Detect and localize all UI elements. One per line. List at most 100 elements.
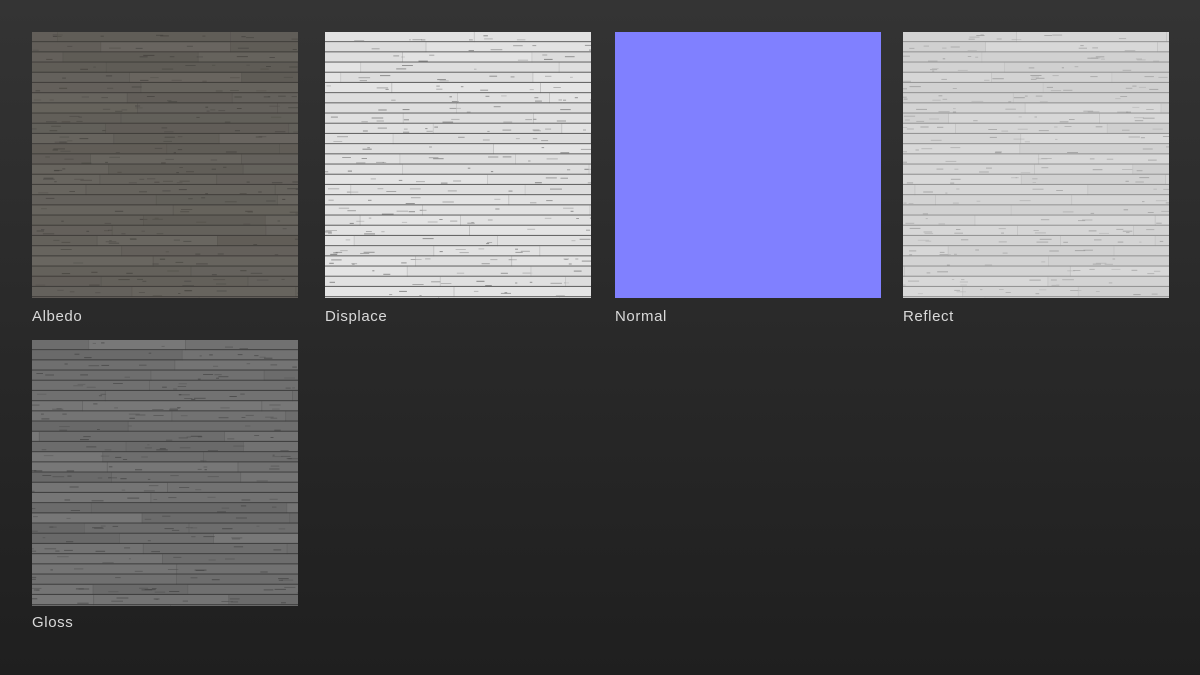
board-line [325, 245, 591, 247]
grain-mark [33, 589, 39, 591]
gloss-texture-thumbnail[interactable] [32, 340, 298, 606]
grain-mark [926, 272, 931, 274]
grain-mark [177, 136, 183, 138]
albedo-label: Albedo [32, 308, 83, 325]
grain-mark [69, 191, 75, 192]
plank [90, 503, 287, 514]
grain-mark [266, 66, 271, 67]
grain-mark [151, 551, 160, 553]
grain-mark [45, 374, 54, 376]
grain-mark [329, 262, 334, 264]
grain-mark [932, 99, 941, 101]
grain-mark [487, 242, 493, 243]
grain-mark [147, 444, 150, 446]
grain-mark [182, 600, 188, 602]
grain-mark [988, 129, 997, 130]
albedo-texture-thumbnail[interactable] [32, 32, 298, 298]
map-card-reflect[interactable]: Reflect [903, 32, 1171, 325]
plank [955, 123, 1107, 134]
reflect-texture-thumbnail[interactable] [903, 32, 1169, 298]
grain-mark [153, 415, 164, 416]
board-line [903, 285, 1169, 287]
grain-mark [364, 233, 375, 235]
grain-mark [954, 253, 957, 255]
grain-mark [64, 499, 71, 501]
grain-mark [144, 447, 152, 449]
grain-mark [571, 240, 576, 242]
grain-mark [1128, 136, 1140, 138]
plank [903, 93, 1013, 104]
grain-mark [556, 120, 566, 122]
grain-mark [903, 202, 907, 204]
map-card-normal[interactable]: Normal [615, 32, 883, 325]
grain-mark [939, 251, 945, 253]
board-line [325, 92, 591, 94]
grain-mark [236, 56, 248, 58]
grain-mark [166, 439, 173, 441]
grain-mark [57, 289, 64, 291]
grain-mark [281, 278, 285, 280]
grain-mark [942, 58, 946, 60]
grain-mark [84, 357, 92, 359]
board-line [32, 92, 298, 94]
grain-mark [999, 289, 1004, 290]
plank [242, 164, 298, 175]
plank [325, 287, 454, 298]
grain-mark [297, 292, 298, 294]
grain-mark [165, 251, 169, 253]
plank [438, 297, 559, 298]
grain-mark [50, 569, 53, 571]
board-line [903, 245, 1169, 247]
grain-mark [930, 69, 938, 71]
grain-mark [967, 56, 972, 57]
grain-mark [359, 80, 367, 82]
grain-mark [1139, 241, 1142, 243]
board-line [903, 204, 1169, 206]
grain-mark [1099, 232, 1109, 234]
board-line [325, 102, 591, 104]
grain-mark [967, 50, 977, 51]
grain-mark [953, 108, 956, 110]
board-line [325, 132, 591, 134]
grain-mark [1142, 117, 1155, 119]
grain-mark [1138, 86, 1146, 88]
grain-mark [167, 100, 172, 102]
grain-mark [92, 527, 103, 529]
grain-mark [1142, 148, 1153, 150]
plank [218, 134, 298, 145]
board-line [903, 183, 1169, 185]
normal-texture-thumbnail[interactable] [615, 32, 881, 298]
plank [1016, 32, 1166, 43]
grain-mark [422, 238, 434, 240]
grain-mark [61, 220, 64, 222]
grain-mark [1046, 86, 1053, 88]
grain-mark [1073, 270, 1081, 271]
grain-mark [285, 387, 291, 389]
grain-mark [405, 203, 415, 204]
grain-mark [97, 429, 100, 430]
grain-mark [563, 99, 567, 101]
map-card-gloss[interactable]: Gloss [32, 340, 300, 631]
map-card-albedo[interactable]: Albedo [32, 32, 300, 325]
grain-mark [124, 547, 131, 549]
grain-mark [190, 577, 198, 579]
grain-mark [124, 376, 130, 378]
grain-mark [64, 549, 73, 551]
map-card-displace[interactable]: Displace [325, 32, 593, 325]
grain-mark [906, 128, 914, 130]
board-line [32, 481, 298, 483]
grain-mark [278, 578, 289, 580]
board-line [325, 296, 591, 298]
displace-texture-thumbnail[interactable] [325, 32, 591, 298]
grain-mark [915, 149, 919, 151]
grain-mark [218, 376, 229, 378]
grain-mark [925, 218, 928, 220]
board-line [32, 51, 298, 53]
grain-mark [960, 284, 967, 286]
board-line [903, 224, 1169, 226]
grain-mark [1050, 279, 1057, 281]
grain-mark [156, 34, 164, 36]
grain-mark [207, 450, 218, 451]
grain-mark [274, 588, 286, 590]
plank [947, 246, 1114, 257]
